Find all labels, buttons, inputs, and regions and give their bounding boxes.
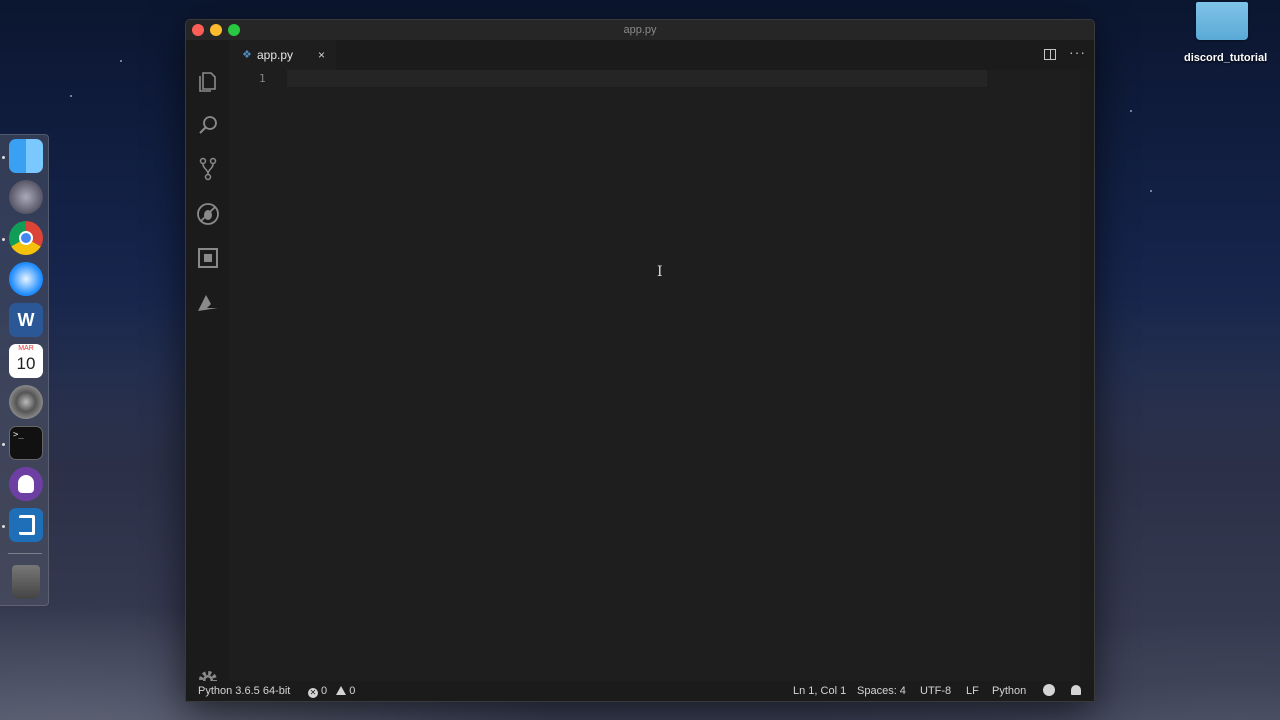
problems-indicator[interactable]: ✕ 0 0 — [308, 681, 355, 701]
system-preferences-icon[interactable] — [9, 385, 43, 419]
warning-count: 0 — [349, 685, 356, 697]
close-window-button[interactable] — [192, 24, 204, 36]
desktop-folder[interactable]: discord_tutorial — [1184, 2, 1268, 64]
folder-icon — [1196, 2, 1248, 40]
window-title: app.py — [623, 24, 657, 36]
cursor-position[interactable]: Ln 1, Col 1 — [793, 681, 846, 701]
azure-icon[interactable] — [195, 290, 221, 316]
launchpad-icon[interactable] — [9, 180, 43, 214]
line-number: 1 — [259, 72, 266, 85]
dock-separator — [8, 553, 42, 554]
encoding[interactable]: UTF-8 — [920, 681, 951, 701]
folder-label: discord_tutorial — [1184, 52, 1268, 64]
activity-bar — [186, 40, 229, 689]
safari-icon[interactable] — [9, 262, 43, 296]
split-editor-icon[interactable] — [1044, 49, 1056, 60]
calendar-month: MAR — [18, 345, 34, 352]
editor-scrollbar[interactable] — [1080, 70, 1094, 681]
vscode-mark — [19, 515, 35, 535]
star — [120, 60, 122, 62]
tab-label: app.py — [257, 48, 294, 62]
python-file-icon: ❖ — [242, 49, 252, 61]
error-icon: ✕ — [308, 688, 318, 698]
vscode-window: app.py ❖ app.py × ··· 1 I Python 3.6.5 6… — [185, 19, 1095, 702]
tab-bar: ❖ app.py × ··· — [229, 40, 1094, 70]
running-indicator — [2, 443, 5, 446]
star — [1130, 110, 1132, 112]
end-of-line[interactable]: LF — [966, 681, 979, 701]
running-indicator — [2, 238, 5, 241]
status-bar: Python 3.6.5 64-bit ✕ 0 0 Ln 1, Col 1 Spa… — [186, 681, 1094, 701]
chrome-center — [19, 231, 33, 245]
extensions-icon[interactable] — [195, 245, 221, 271]
search-icon[interactable] — [195, 112, 221, 138]
close-tab-button[interactable]: × — [318, 40, 325, 70]
chrome-icon[interactable] — [9, 221, 43, 255]
vscode-icon[interactable] — [9, 508, 43, 542]
warning-icon — [336, 686, 347, 695]
more-actions-icon[interactable]: ··· — [1069, 44, 1086, 60]
minimize-window-button[interactable] — [210, 24, 222, 36]
explorer-icon[interactable] — [195, 68, 221, 94]
github-cat — [18, 475, 34, 493]
notifications-bell-icon[interactable] — [1071, 681, 1081, 701]
dock: W MAR 10 >_ — [0, 134, 49, 606]
star — [70, 95, 72, 97]
finder-icon[interactable] — [9, 139, 43, 173]
calendar-icon[interactable]: MAR 10 — [9, 344, 43, 378]
running-indicator — [2, 525, 5, 528]
feedback-icon[interactable] — [1043, 681, 1055, 701]
word-icon[interactable]: W — [9, 303, 43, 337]
current-line-highlight — [287, 70, 987, 87]
error-count: 0 — [321, 685, 328, 697]
titlebar: app.py — [186, 20, 1094, 40]
star — [1150, 190, 1152, 192]
language-mode[interactable]: Python — [992, 681, 1026, 701]
mouse-cursor-icon: I — [657, 264, 663, 280]
maximize-window-button[interactable] — [228, 24, 240, 36]
terminal-icon[interactable]: >_ — [9, 426, 43, 460]
python-interpreter[interactable]: Python 3.6.5 64-bit — [198, 681, 290, 701]
source-control-icon[interactable] — [195, 156, 221, 182]
calendar-day: 10 — [16, 354, 36, 373]
debug-icon[interactable] — [195, 201, 221, 227]
trash-icon[interactable] — [12, 565, 40, 599]
indentation[interactable]: Spaces: 4 — [857, 681, 906, 701]
running-indicator — [2, 156, 5, 159]
editor-area[interactable]: 1 I — [229, 70, 1094, 681]
github-desktop-icon[interactable] — [9, 467, 43, 501]
tab-app-py[interactable]: ❖ app.py × — [229, 40, 336, 70]
